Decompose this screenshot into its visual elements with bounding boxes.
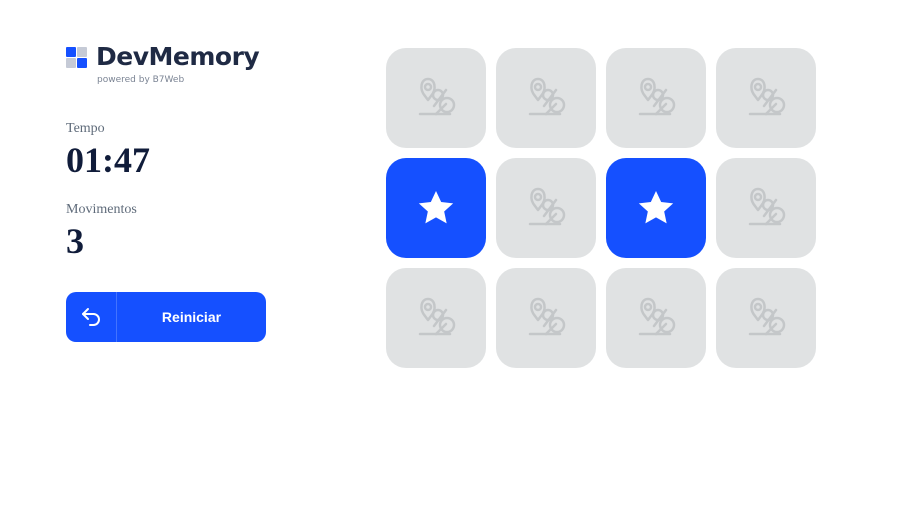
logo: DevMemory powered by B7Web	[66, 42, 266, 88]
b7web-logo-icon	[414, 296, 458, 340]
card-6[interactable]	[606, 158, 706, 258]
b7web-logo-icon	[744, 186, 788, 230]
star-icon	[416, 188, 456, 228]
b7web-logo-icon	[524, 76, 568, 120]
undo-icon	[66, 292, 117, 342]
b7web-logo-icon	[524, 186, 568, 230]
card-5[interactable]	[496, 158, 596, 258]
card-0[interactable]	[386, 48, 486, 148]
app-tagline: powered by B7Web	[97, 75, 185, 85]
card-2[interactable]	[606, 48, 706, 148]
b7web-logo-icon	[414, 76, 458, 120]
card-10[interactable]	[606, 268, 706, 368]
moves-label: Movimentos	[66, 202, 137, 217]
moves-value: 3	[66, 221, 84, 261]
app-title: DevMemory	[96, 42, 260, 71]
card-grid	[386, 48, 816, 368]
card-1[interactable]	[496, 48, 596, 148]
logo-mark-icon	[66, 47, 88, 69]
card-9[interactable]	[496, 268, 596, 368]
restart-button[interactable]: Reiniciar	[66, 292, 266, 342]
b7web-logo-icon	[634, 296, 678, 340]
sidebar: DevMemory powered by B7Web Tempo 01:47 M…	[66, 42, 266, 342]
card-3[interactable]	[716, 48, 816, 148]
b7web-logo-icon	[634, 76, 678, 120]
card-11[interactable]	[716, 268, 816, 368]
b7web-logo-icon	[744, 296, 788, 340]
b7web-logo-icon	[524, 296, 568, 340]
b7web-logo-icon	[744, 76, 788, 120]
card-8[interactable]	[386, 268, 486, 368]
card-4[interactable]	[386, 158, 486, 258]
time-value: 01:47	[66, 140, 150, 180]
card-7[interactable]	[716, 158, 816, 258]
time-label: Tempo	[66, 121, 105, 136]
star-icon	[636, 188, 676, 228]
restart-label: Reiniciar	[161, 309, 222, 325]
